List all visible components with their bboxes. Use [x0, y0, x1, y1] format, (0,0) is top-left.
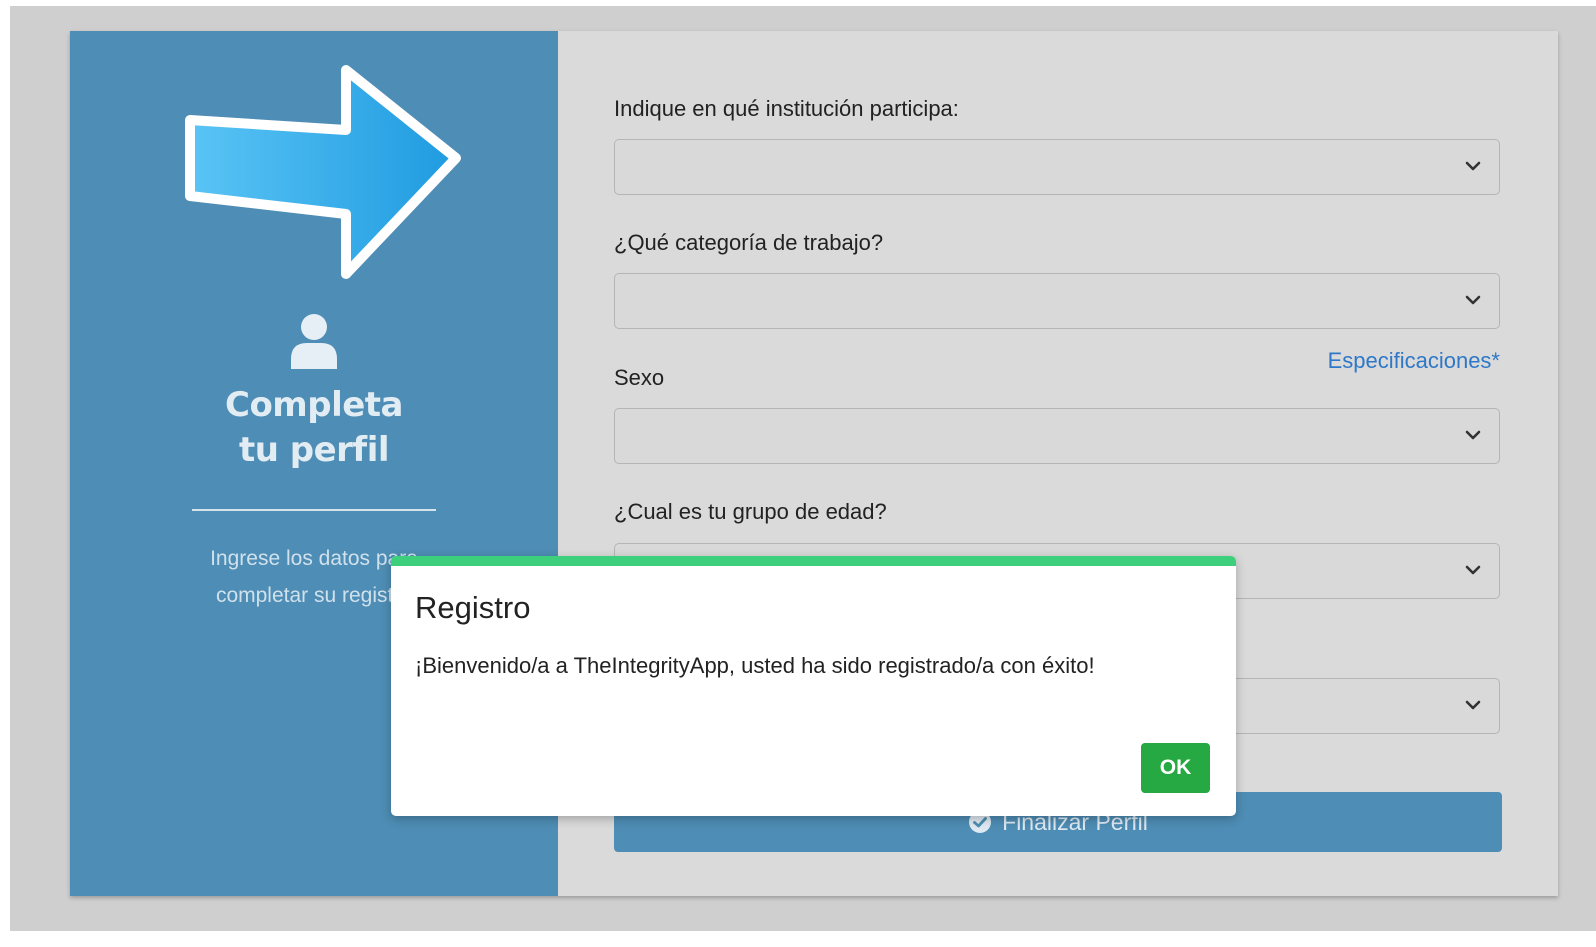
chevron-down-icon: [1465, 161, 1481, 171]
user-icon: [291, 314, 337, 369]
institution-select[interactable]: [614, 139, 1500, 195]
chevron-down-icon: [1465, 565, 1481, 575]
sidebar-title-line1: Completa: [225, 385, 404, 425]
chevron-down-icon: [1465, 295, 1481, 305]
sex-select[interactable]: [614, 408, 1500, 464]
sidebar-title-line2: tu perfil: [238, 430, 390, 470]
modal-title: Registro: [415, 590, 531, 625]
specifications-link[interactable]: Especificaciones*: [1290, 346, 1500, 376]
sex-label: Sexo: [614, 365, 665, 390]
arrow-right-icon: [185, 65, 461, 279]
modal-accent-bar: [391, 556, 1236, 566]
category-label: ¿Qué categoría de trabajo?: [614, 230, 884, 255]
ok-button[interactable]: OK: [1141, 743, 1210, 793]
sidebar-divider: [192, 509, 436, 511]
chevron-down-icon: [1465, 700, 1481, 710]
sidebar-title: Completa tu perfil: [70, 383, 558, 473]
category-select[interactable]: [614, 273, 1500, 329]
age-group-label: ¿Cual es tu grupo de edad?: [614, 499, 887, 524]
institution-label: Indique en qué institución participa:: [614, 96, 959, 121]
modal-message: ¡Bienvenido/a a TheIntegrityApp, usted h…: [415, 653, 1095, 678]
chevron-down-icon: [1465, 430, 1481, 440]
registration-modal: Registro ¡Bienvenido/a a TheIntegrityApp…: [391, 556, 1236, 816]
